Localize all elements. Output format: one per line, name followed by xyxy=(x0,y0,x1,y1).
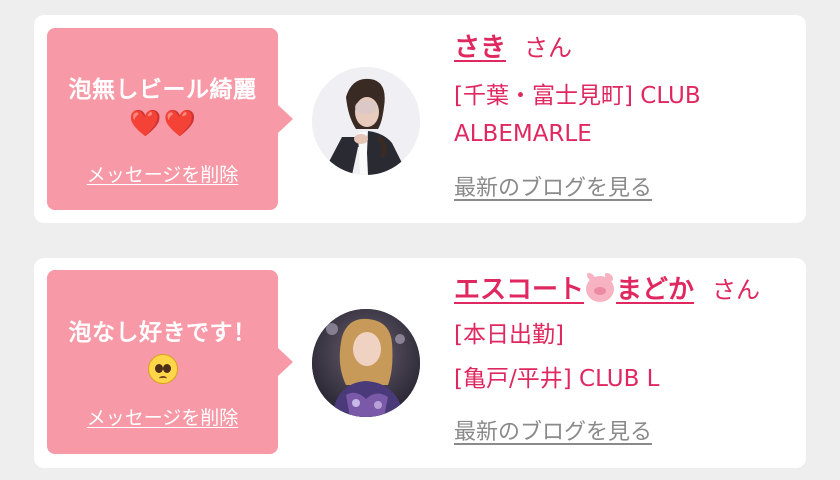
emoji-row: ❤️❤️ xyxy=(47,108,278,140)
honorific: さん xyxy=(712,276,761,304)
shop-info: ALBEMARLE xyxy=(454,121,592,147)
sender-name-part: まどか xyxy=(616,275,695,305)
sender-name-row: エスコート まどか さん xyxy=(454,273,760,307)
delete-message-link[interactable]: メッセージを削除 xyxy=(47,163,278,187)
avatar-photo xyxy=(312,67,420,175)
sender-name-part: エスコート xyxy=(454,275,585,305)
avatar[interactable] xyxy=(312,67,420,175)
latest-blog-link[interactable]: 最新のブログを見る xyxy=(454,175,652,203)
message-bubble: 泡無しビール綺麗 ❤️❤️ メッセージを削除 xyxy=(47,28,293,210)
sender-name-link[interactable]: エスコート まどか xyxy=(454,273,695,305)
pleading-face-icon xyxy=(147,353,178,384)
avatar-photo xyxy=(312,309,420,417)
avatar[interactable] xyxy=(312,309,420,417)
message-card: 泡無しビール綺麗 ❤️❤️ メッセージを削除 さき さん [千葉・富士見町] CL… xyxy=(34,15,806,223)
shop-info: [千葉・富士見町] CLUB xyxy=(454,83,701,109)
heart-icon: ❤️ xyxy=(163,109,196,139)
shop-info: [亀戸/平井] CLUB L xyxy=(454,366,660,392)
emoji-row xyxy=(47,352,278,384)
message-text: 泡無しビール綺麗 xyxy=(68,77,257,103)
sender-name-row: さき さん xyxy=(454,31,572,65)
message-bubble: 泡なし好きです！ メッセージを削除 xyxy=(47,270,293,454)
heart-icon: ❤️ xyxy=(129,109,162,139)
message-card: 泡なし好きです！ メッセージを削除 エスコート まどか さん [本日出勤] [亀… xyxy=(34,258,806,468)
latest-blog-link[interactable]: 最新のブログを見る xyxy=(454,419,652,447)
delete-message-link[interactable]: メッセージを削除 xyxy=(47,406,278,430)
sender-name-link[interactable]: さき xyxy=(454,33,506,63)
shop-info: [本日出勤] xyxy=(454,322,564,348)
honorific: さん xyxy=(524,34,573,62)
pig-face-icon xyxy=(586,273,615,302)
message-text: 泡なし好きです！ xyxy=(68,320,257,346)
